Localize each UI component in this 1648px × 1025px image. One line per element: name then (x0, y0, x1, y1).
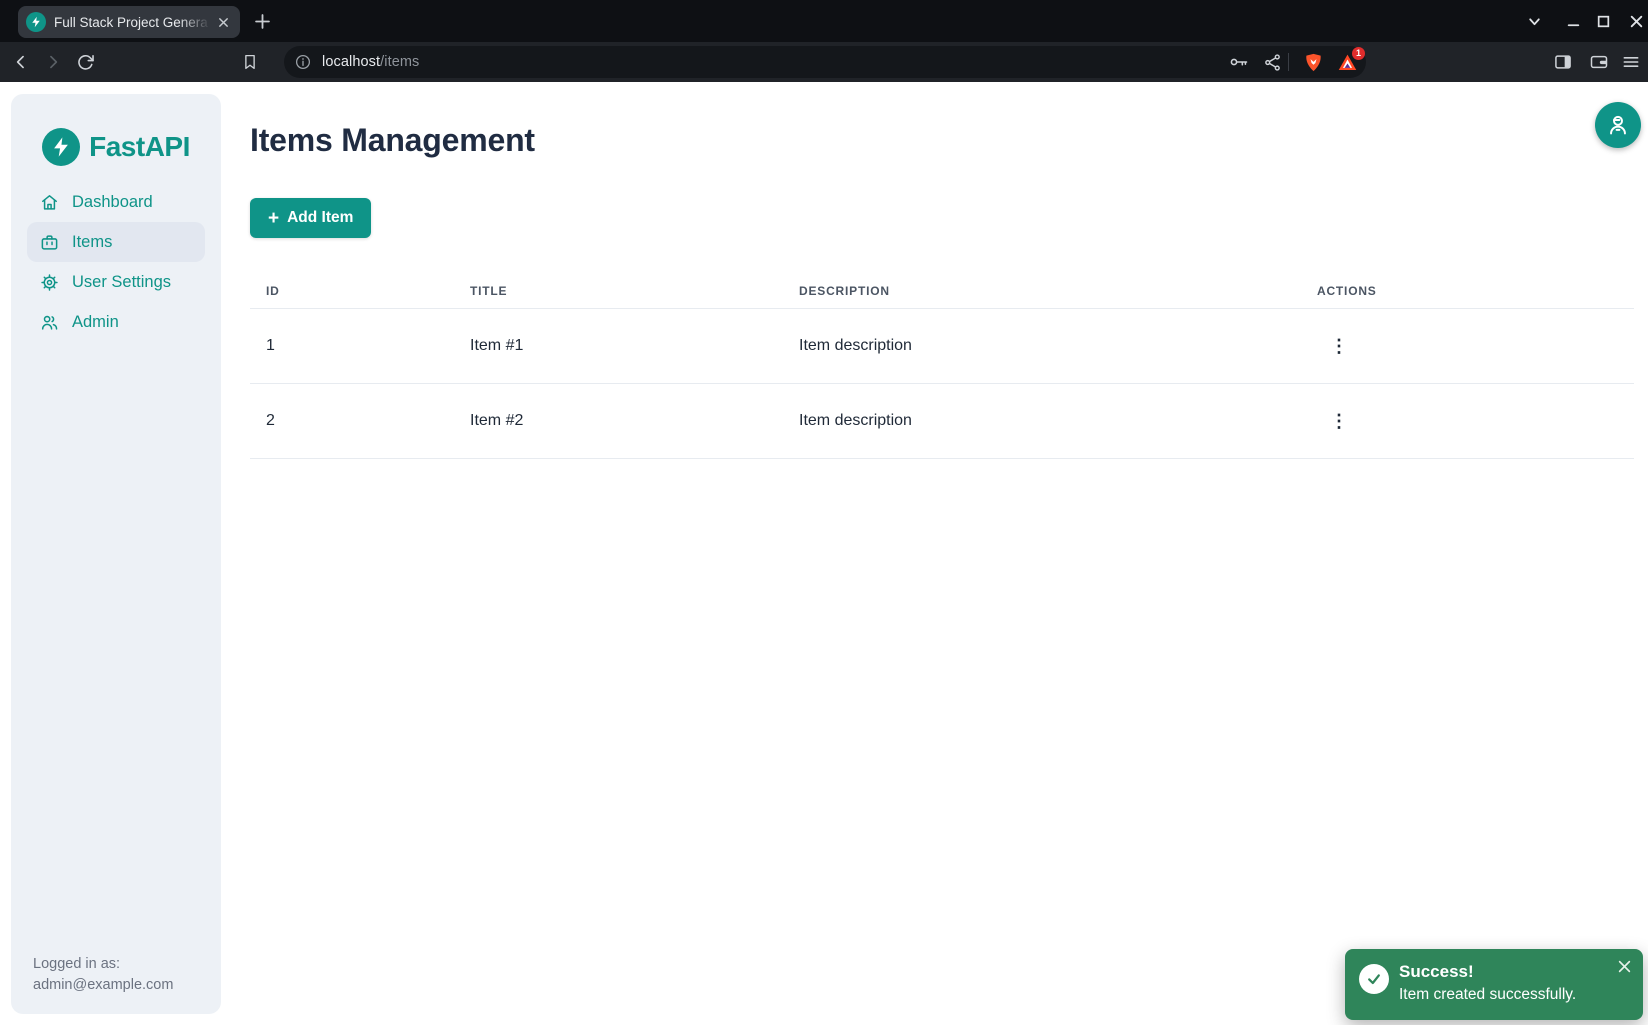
wallet-icon[interactable] (1586, 49, 1612, 75)
rewards-badge: 1 (1352, 47, 1365, 60)
back-button[interactable] (8, 49, 34, 75)
sidebar-item-user-settings[interactable]: User Settings (27, 262, 205, 302)
share-icon[interactable] (1263, 53, 1282, 72)
sidebar-item-admin[interactable]: Admin (27, 302, 205, 342)
cell-description: Item description (799, 337, 1317, 355)
column-header-title: TITLE (470, 284, 799, 298)
sidebar-item-label: User Settings (72, 273, 171, 292)
column-header-id: ID (266, 284, 470, 298)
gear-icon (40, 273, 59, 292)
toast-message: Item created successfully. (1399, 983, 1576, 1006)
browser-toolbar: localhost/items 1 (0, 42, 1648, 82)
logged-in-status: Logged in as: admin@example.com (33, 954, 173, 996)
items-table: ID TITLE DESCRIPTION ACTIONS 1 Item #1 I… (250, 273, 1634, 459)
logged-in-email: admin@example.com (33, 975, 173, 996)
fastapi-logo-icon (42, 128, 80, 166)
bookmark-icon[interactable] (237, 49, 263, 75)
browser-tab[interactable]: Full Stack Project Genera (18, 6, 240, 38)
logo-text: FastAPI (89, 131, 190, 163)
cell-description: Item description (799, 412, 1317, 430)
omnibox-actions: 1 (1229, 52, 1358, 73)
sidebar-item-label: Admin (72, 313, 119, 332)
site-info-icon[interactable] (294, 53, 312, 71)
success-toast: Success! Item created successfully. (1345, 949, 1643, 1020)
cell-title: Item #1 (470, 337, 799, 355)
add-item-button[interactable]: + Add Item (250, 198, 371, 238)
table-header-row: ID TITLE DESCRIPTION ACTIONS (250, 273, 1634, 309)
page-content: FastAPI Dashboard Items User Settings (0, 82, 1648, 1025)
cell-id: 2 (266, 412, 470, 430)
menu-hamburger-icon[interactable] (1618, 49, 1644, 75)
forward-button[interactable] (40, 49, 66, 75)
home-icon (40, 193, 59, 212)
brave-shield-icon[interactable] (1303, 52, 1324, 73)
sidebar-item-dashboard[interactable]: Dashboard (27, 182, 205, 222)
tab-close-icon[interactable] (214, 13, 232, 31)
cell-title: Item #2 (470, 412, 799, 430)
window-minimize-button[interactable] (1561, 9, 1585, 33)
check-circle-icon (1359, 964, 1389, 994)
table-row: 2 Item #2 Item description ⋮ (250, 384, 1634, 459)
new-tab-button[interactable] (250, 9, 274, 33)
window-close-button[interactable] (1624, 9, 1648, 33)
url-host: localhost (322, 54, 380, 70)
sidebar-item-label: Dashboard (72, 193, 153, 212)
cell-id: 1 (266, 337, 470, 355)
sidebar: FastAPI Dashboard Items User Settings (11, 94, 221, 1014)
url-text[interactable]: localhost/items (322, 54, 419, 70)
logged-in-label: Logged in as: (33, 954, 173, 975)
briefcase-icon (40, 233, 59, 252)
brave-rewards-icon[interactable]: 1 (1337, 52, 1358, 73)
sidebar-panel-icon[interactable] (1550, 49, 1576, 75)
row-actions-kebab-icon[interactable]: ⋮ (1325, 332, 1353, 360)
fastapi-favicon-icon (26, 12, 46, 32)
toolbar-separator (1288, 53, 1289, 71)
sidebar-item-items[interactable]: Items (27, 222, 205, 262)
page-title: Items Management (250, 122, 535, 159)
reload-button[interactable] (72, 49, 98, 75)
fastapi-logo: FastAPI (11, 128, 221, 166)
window-maximize-button[interactable] (1591, 9, 1615, 33)
toast-text: Success! Item created successfully. (1399, 961, 1576, 1006)
browser-tab-bar: Full Stack Project Genera (0, 0, 1648, 42)
sidebar-item-label: Items (72, 233, 112, 252)
user-avatar-button[interactable] (1595, 102, 1641, 148)
column-header-actions: ACTIONS (1317, 284, 1634, 298)
url-path: /items (380, 54, 419, 70)
column-header-description: DESCRIPTION (799, 284, 1317, 298)
sidebar-nav: Dashboard Items User Settings Admin (11, 182, 221, 342)
toast-title: Success! (1399, 961, 1576, 983)
password-key-icon[interactable] (1229, 52, 1249, 72)
plus-icon: + (268, 209, 279, 228)
toast-close-icon[interactable] (1615, 957, 1633, 975)
tab-title: Full Stack Project Genera (54, 15, 214, 30)
tab-search-chevron-icon[interactable] (1522, 9, 1546, 33)
table-row: 1 Item #1 Item description ⋮ (250, 309, 1634, 384)
row-actions-kebab-icon[interactable]: ⋮ (1325, 407, 1353, 435)
address-bar[interactable]: localhost/items 1 (284, 46, 1366, 78)
add-item-label: Add Item (287, 209, 353, 227)
users-icon (40, 313, 59, 332)
